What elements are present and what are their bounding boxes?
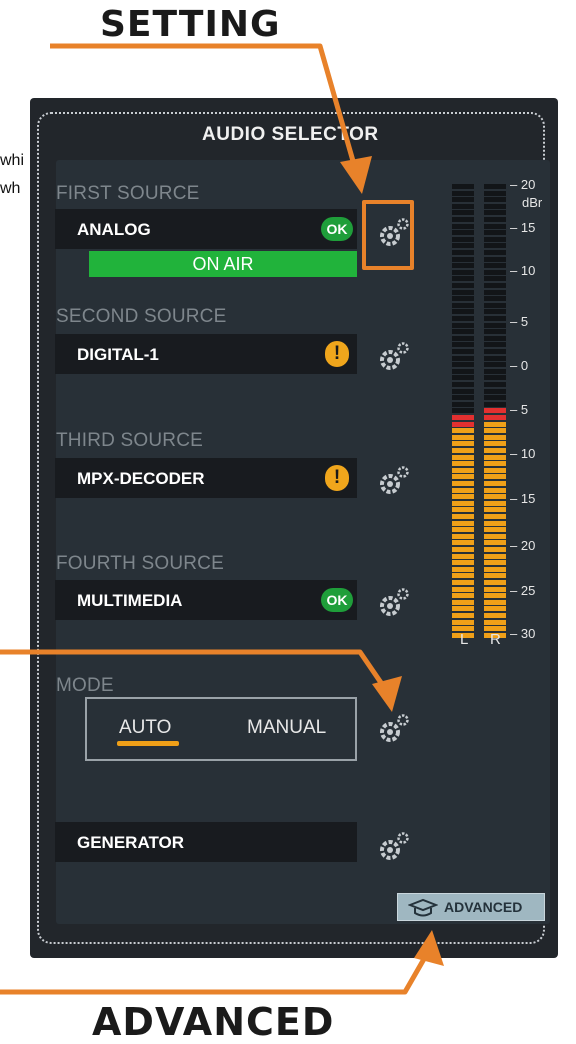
- annotation-arrows: [0, 43, 444, 995]
